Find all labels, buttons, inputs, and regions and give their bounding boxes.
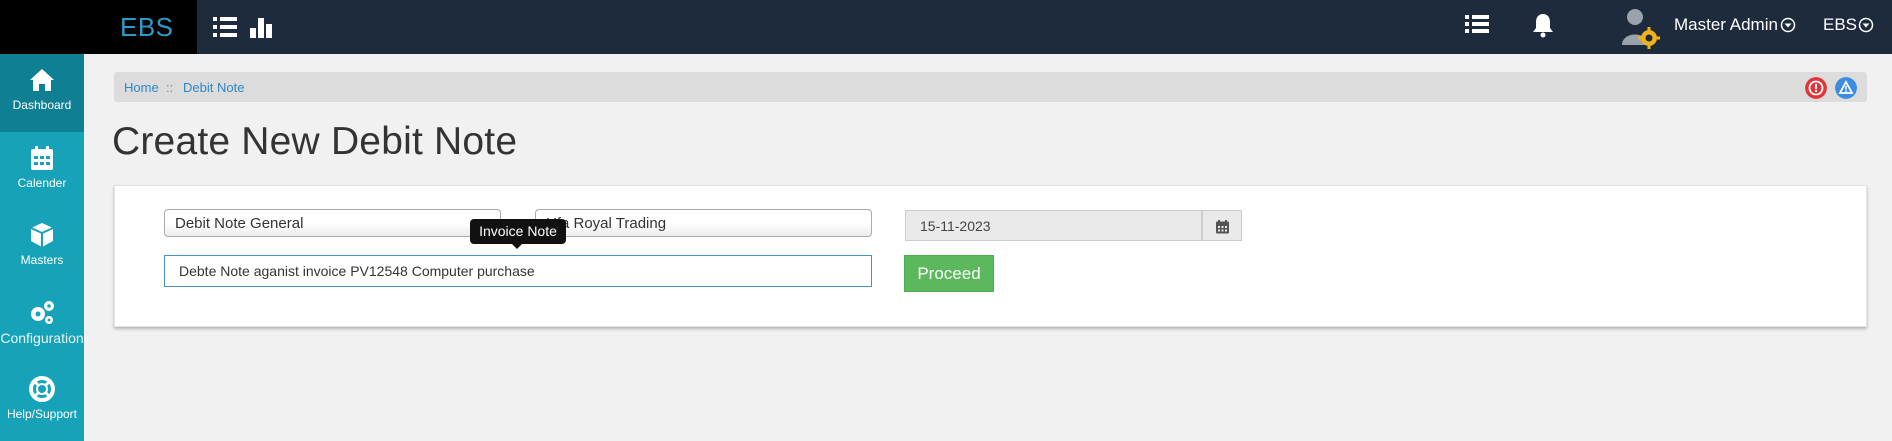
logo-area: EBS [0, 0, 197, 54]
sidebar-item-label: Masters [20, 253, 64, 267]
app-menu[interactable]: EBS [1823, 15, 1857, 35]
chevron-down-icon[interactable] [1780, 17, 1796, 33]
user-name[interactable]: Master Admin [1674, 15, 1778, 35]
sidebar-item-help-support[interactable]: Help/Support [0, 363, 84, 441]
breadcrumb-separator: :: [166, 80, 174, 95]
invoice-note-input[interactable] [164, 255, 872, 287]
breadcrumb: Home :: Debit Note [114, 72, 1867, 102]
home-icon [30, 69, 54, 91]
breadcrumb-home[interactable]: Home [124, 80, 159, 95]
brand-name: EBS [120, 12, 174, 42]
page-title: Create New Debit Note [112, 120, 518, 163]
gears-icon [31, 301, 54, 324]
sidebar-item-label: Help/Support [6, 407, 78, 421]
lifebuoy-icon [29, 376, 55, 402]
sidebar-item-label: Configuration [0, 330, 84, 346]
top-navbar: EBS Master Admin EBS [0, 0, 1892, 54]
sidebar-item-label: Dashboard [12, 98, 72, 112]
chevron-down-icon[interactable] [1858, 17, 1874, 33]
party-select[interactable]: Ufa Royal Trading [535, 209, 872, 237]
error-alert-icon[interactable] [1805, 77, 1827, 99]
list-icon[interactable] [1464, 12, 1490, 38]
date-picker-button[interactable] [1202, 210, 1242, 241]
warning-alert-icon[interactable] [1835, 77, 1857, 99]
bar-chart-icon[interactable] [248, 14, 274, 40]
tooltip: Invoice Note [470, 219, 566, 244]
cube-icon [30, 223, 54, 247]
proceed-button[interactable]: Proceed [904, 255, 994, 292]
sidebar-item-configuration[interactable]: Configuration [0, 286, 84, 364]
sidebar-item-masters[interactable]: Masters [0, 209, 84, 287]
sidebar-item-label: Calender [17, 176, 67, 190]
note-type-select[interactable]: Debit Note General [164, 209, 501, 237]
calendar-icon [31, 146, 53, 170]
sidebar-item-dashboard[interactable]: Dashboard [0, 54, 84, 132]
bell-icon[interactable] [1530, 12, 1556, 38]
calendar-icon [1216, 220, 1229, 234]
sidebar: Dashboard Calender Masters Configuration [0, 54, 84, 441]
date-input[interactable]: 15-11-2023 [905, 210, 1202, 241]
list-icon[interactable] [212, 14, 238, 40]
user-settings-icon[interactable] [1620, 5, 1660, 49]
tooltip-arrow [512, 244, 522, 249]
breadcrumb-current[interactable]: Debit Note [183, 80, 244, 95]
sidebar-item-calender[interactable]: Calender [0, 132, 84, 210]
